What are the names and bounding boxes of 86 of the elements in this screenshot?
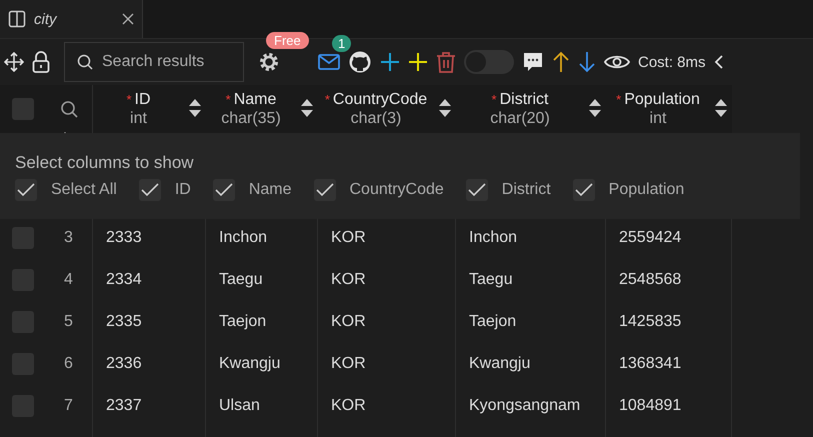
required-marker: * [616, 91, 622, 109]
chevron-left-icon[interactable] [714, 55, 724, 69]
column-option[interactable]: ID [138, 179, 191, 201]
table-cell: Taejon [219, 313, 266, 331]
column-header[interactable]: CountryCode [332, 90, 428, 109]
table-cell: 2333 [106, 229, 142, 247]
checkbox[interactable] [212, 179, 235, 201]
table-cell: Kwangju [219, 355, 280, 373]
column-header[interactable]: Name [234, 90, 276, 109]
cat-icon[interactable] [348, 50, 372, 74]
column-type: int [130, 109, 147, 128]
table-cell: Taejon [469, 313, 516, 331]
checkbox[interactable] [572, 179, 595, 201]
eye-icon[interactable] [604, 53, 630, 71]
table-cell: 2548568 [619, 271, 682, 289]
row-number: 4 [64, 271, 73, 289]
required-marker: * [226, 91, 231, 109]
column-type: char(20) [490, 109, 550, 128]
checkbox[interactable] [15, 179, 37, 201]
column-option[interactable]: Select All [15, 179, 117, 201]
picker-title: Select columns to show [15, 153, 194, 173]
required-marker: * [492, 91, 497, 109]
arrow-down-icon[interactable] [578, 51, 596, 73]
required-marker: * [324, 91, 330, 109]
table-cell: KOR [331, 229, 366, 247]
search-field[interactable]: Search results [64, 42, 244, 82]
table-cell: 1425835 [619, 313, 682, 331]
table-cell: 1084891 [619, 397, 682, 415]
column-header[interactable]: Population [624, 90, 700, 109]
cost-label: Cost: 8ms [638, 54, 706, 70]
table-cell: KOR [331, 397, 366, 415]
row-number: 5 [64, 313, 73, 331]
sort-icon[interactable] [714, 97, 728, 119]
search-icon [77, 54, 93, 70]
arrow-up-icon[interactable] [552, 51, 570, 73]
required-marker: * [126, 91, 132, 109]
settings-icon[interactable] [258, 51, 280, 73]
sort-icon[interactable] [438, 97, 452, 119]
lock-icon[interactable] [32, 51, 50, 73]
table-cell: Inchon [469, 229, 518, 247]
table-cell: 2337 [106, 397, 142, 415]
column-type: int [650, 109, 666, 128]
count-badge: 1 [332, 35, 352, 52]
row-number: 3 [64, 229, 73, 247]
column-option[interactable]: CountryCode [314, 179, 444, 201]
column-header[interactable]: District [500, 90, 548, 109]
free-badge: Free [266, 32, 309, 49]
table-cell: 2334 [106, 271, 142, 289]
sort-icon[interactable] [188, 97, 202, 119]
row-number: 6 [64, 355, 73, 373]
table-cell: KOR [331, 313, 366, 331]
plus-icon[interactable] [380, 52, 400, 72]
table-cell: Inchon [219, 229, 268, 247]
table-cell: 1368341 [619, 355, 682, 373]
mail-icon[interactable] [318, 53, 340, 71]
sort-icon[interactable] [588, 97, 602, 119]
column-option[interactable]: Name [212, 179, 292, 201]
checkbox[interactable] [466, 179, 488, 201]
column-type: char(35) [221, 109, 281, 128]
table-cell: Kyongsangnam [469, 397, 580, 415]
trash-icon[interactable] [436, 51, 456, 73]
checkbox[interactable] [314, 179, 336, 201]
checkbox[interactable] [12, 98, 34, 120]
table-cell: Kwangju [469, 355, 530, 373]
comment-icon[interactable] [522, 51, 544, 73]
table-cell: Taegu [219, 271, 263, 289]
close-icon[interactable] [122, 13, 134, 25]
column-type: char(3) [350, 109, 402, 128]
table-cell: 2335 [106, 313, 142, 331]
editor-tab[interactable]: city [0, 0, 143, 38]
table-cell: 2559424 [619, 229, 682, 247]
tab-title: city [34, 10, 58, 28]
table-cell: Ulsan [219, 397, 260, 415]
row-number: 7 [64, 397, 73, 415]
table-cell: KOR [331, 355, 366, 373]
column-option[interactable]: Population [572, 179, 684, 201]
table-cell: Taegu [469, 271, 513, 289]
search-icon[interactable] [60, 100, 78, 118]
column-option[interactable]: District [466, 179, 551, 201]
checkbox[interactable] [138, 179, 161, 201]
column-header[interactable]: ID [134, 90, 151, 109]
table-cell: KOR [331, 271, 366, 289]
table-cell: 2336 [106, 355, 142, 373]
move-icon[interactable] [4, 52, 24, 72]
panel-icon [8, 10, 26, 28]
sort-icon[interactable] [300, 97, 314, 119]
